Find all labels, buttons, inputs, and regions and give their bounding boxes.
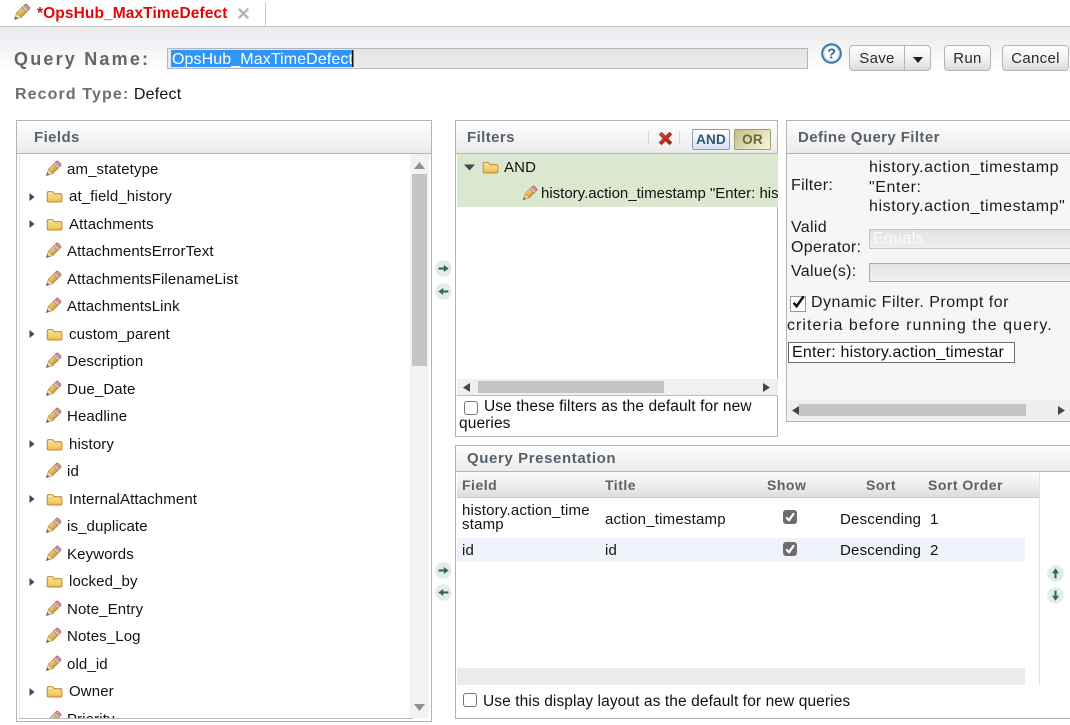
svg-text:?: ?: [827, 47, 836, 63]
